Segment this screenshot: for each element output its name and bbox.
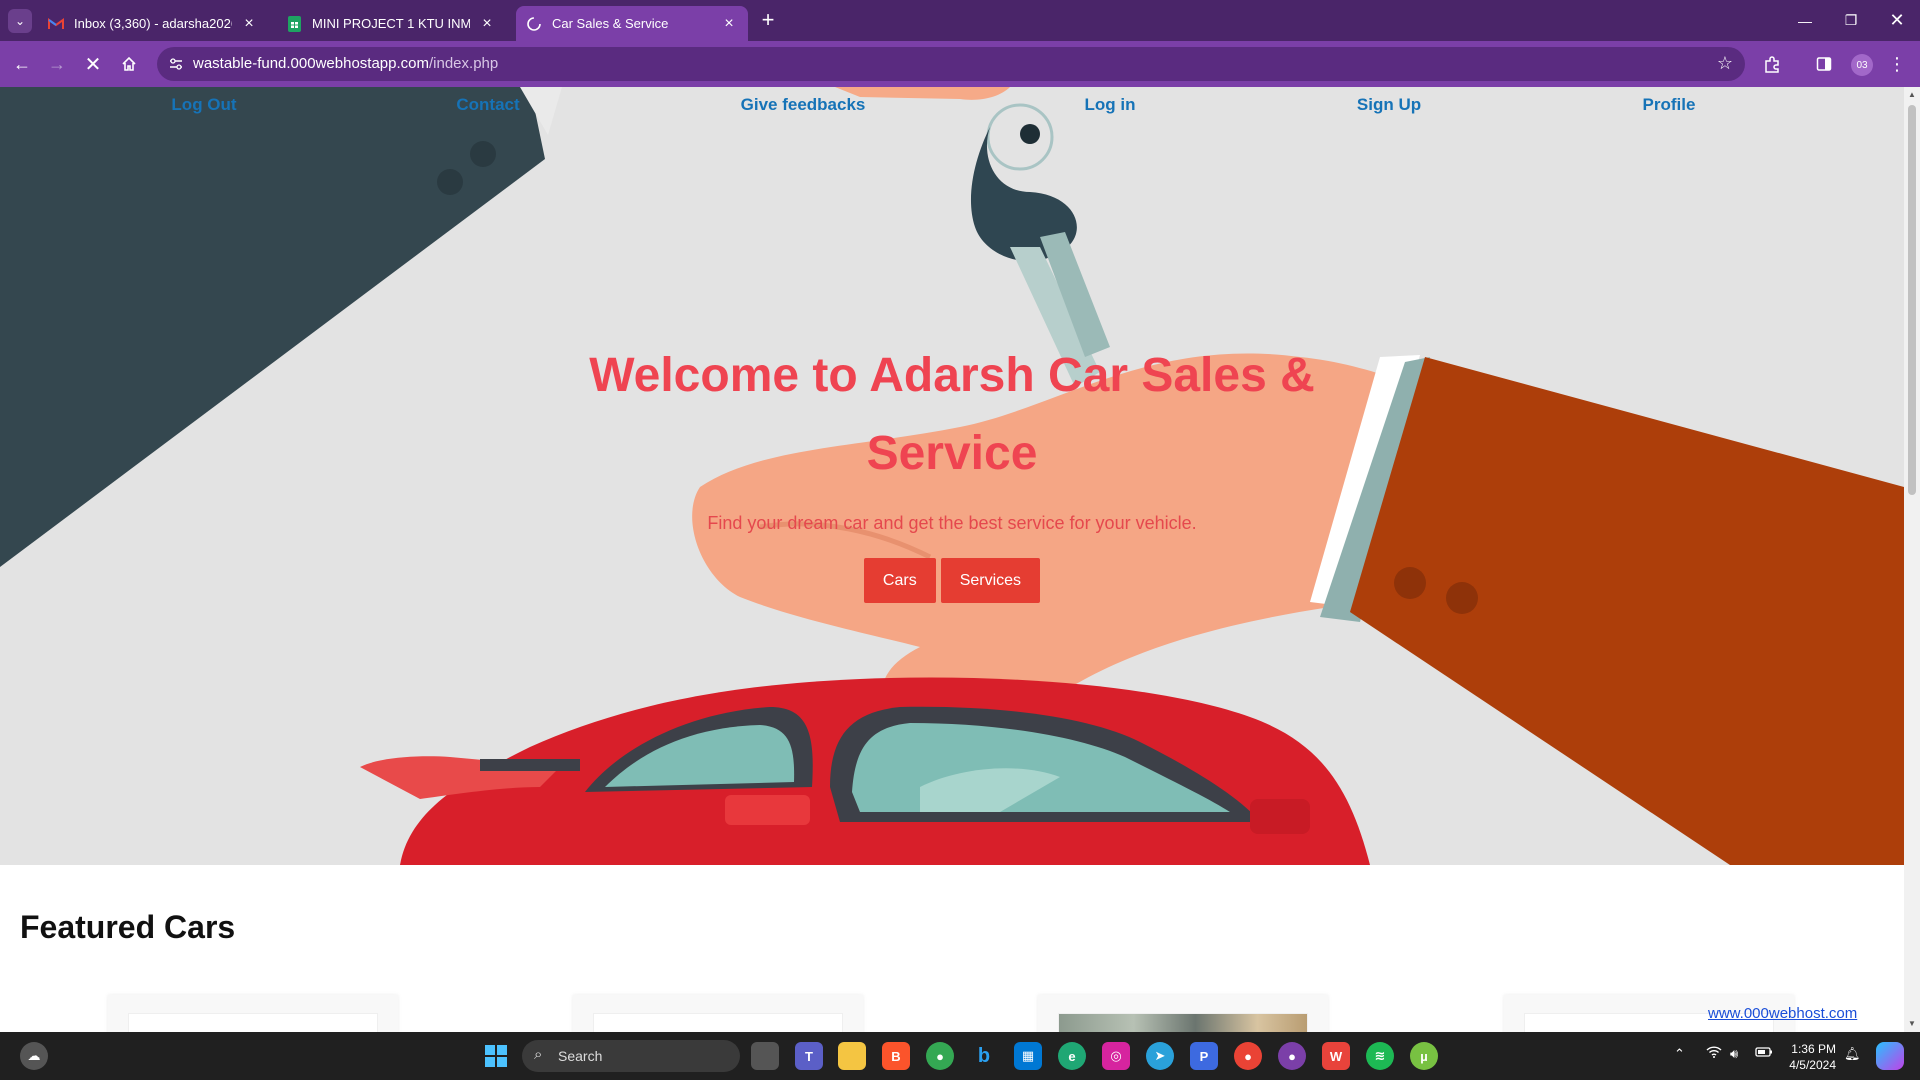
telegram-icon[interactable]: ➤ bbox=[1146, 1042, 1174, 1070]
nav-contact[interactable]: Contact bbox=[348, 95, 628, 115]
clock-date: 4/5/2024 bbox=[1789, 1058, 1836, 1072]
gmail-icon bbox=[48, 16, 64, 32]
forward-arrow-icon[interactable]: → bbox=[42, 49, 72, 79]
car-image bbox=[593, 1013, 843, 1032]
bing-icon[interactable]: b bbox=[970, 1042, 998, 1070]
url-path: /index.php bbox=[429, 55, 499, 72]
side-panel-icon[interactable] bbox=[1813, 53, 1835, 75]
tab-car-sales[interactable]: Car Sales & Service × bbox=[516, 6, 748, 41]
car-image bbox=[128, 1013, 378, 1032]
page-viewport: Log Out Contact Give feedbacks Log in Si… bbox=[0, 87, 1904, 1032]
tab-search-chevron-icon[interactable]: ⌄ bbox=[8, 9, 32, 33]
services-button[interactable]: Services bbox=[940, 558, 1041, 603]
taskbar-search-label: Search bbox=[558, 1048, 603, 1064]
taskbar-search[interactable]: ⌕ Search bbox=[522, 1040, 740, 1072]
profile-avatar[interactable]: 03 bbox=[1851, 54, 1873, 76]
hero-tagline: Find your dream car and get the best ser… bbox=[707, 513, 1197, 533]
brave-icon[interactable]: B bbox=[882, 1042, 910, 1070]
stop-loading-icon[interactable]: ✕ bbox=[78, 49, 108, 79]
nav-log-out[interactable]: Log Out bbox=[64, 95, 344, 115]
site-settings-icon[interactable] bbox=[165, 53, 187, 75]
windows-start-icon[interactable] bbox=[482, 1042, 510, 1070]
volume-icon[interactable]: 🔊︎ bbox=[1730, 1046, 1738, 1062]
system-clock[interactable]: 1:36 PM 4/5/2024 bbox=[1780, 1041, 1836, 1073]
hero-section: Log Out Contact Give feedbacks Log in Si… bbox=[0, 87, 1904, 865]
windows-taskbar: ☁ ⌕ Search T B ● b ▦ e ◎ ➤ P ● ● W ≋ µ ⌃… bbox=[0, 1032, 1920, 1080]
nav-profile[interactable]: Profile bbox=[1529, 95, 1809, 115]
wps-office-icon[interactable]: W bbox=[1322, 1042, 1350, 1070]
restore-icon[interactable]: ❐ bbox=[1828, 0, 1874, 41]
chrome-icon[interactable]: ● bbox=[926, 1042, 954, 1070]
spotify-icon[interactable]: ≋ bbox=[1366, 1042, 1394, 1070]
weather-widget-icon[interactable]: ☁ bbox=[20, 1042, 48, 1070]
menu-kebab-icon[interactable]: ⋮ bbox=[1886, 53, 1908, 75]
file-explorer-icon[interactable] bbox=[838, 1042, 866, 1070]
browser-toolbar: ← → ✕ wastable-fund.000webhostapp.com/in… bbox=[0, 41, 1920, 87]
cars-button[interactable]: Cars bbox=[863, 558, 936, 603]
tab-gmail[interactable]: Inbox (3,360) - adarsha2026@n × bbox=[38, 6, 268, 41]
clock-time: 1:36 PM bbox=[1791, 1042, 1836, 1056]
back-arrow-icon[interactable]: ← bbox=[7, 49, 37, 79]
car-card[interactable] bbox=[1038, 995, 1328, 1032]
url-text: wastable-fund.000webhostapp.com/index.ph… bbox=[193, 55, 498, 72]
copilot-icon[interactable] bbox=[1876, 1042, 1904, 1070]
tab-title: Inbox (3,360) - adarsha2026@n bbox=[74, 16, 232, 31]
close-tab-icon[interactable]: × bbox=[478, 15, 496, 33]
scroll-up-arrow-icon[interactable]: ▲ bbox=[1907, 90, 1917, 99]
hero-title: Welcome to Adarsh Car Sales & Service bbox=[589, 349, 1315, 480]
nav-sign-up[interactable]: Sign Up bbox=[1249, 95, 1529, 115]
nav-give-feedbacks[interactable]: Give feedbacks bbox=[663, 95, 943, 115]
close-tab-icon[interactable]: × bbox=[240, 15, 258, 33]
tab-sheets[interactable]: MINI PROJECT 1 KTU INMCA 20 × bbox=[276, 6, 506, 41]
url-host: wastable-fund.000webhostapp.com bbox=[193, 55, 429, 72]
page-scrollbar[interactable]: ▲ ▼ bbox=[1904, 87, 1920, 1032]
featured-cars-heading: Featured Cars bbox=[20, 909, 236, 945]
car-card[interactable] bbox=[573, 995, 863, 1032]
battery-icon[interactable] bbox=[1755, 1046, 1773, 1061]
search-icon: ⌕ bbox=[534, 1046, 543, 1063]
new-tab-plus-icon[interactable]: + bbox=[755, 8, 781, 34]
edge-icon[interactable]: e bbox=[1058, 1042, 1086, 1070]
address-bar[interactable]: wastable-fund.000webhostapp.com/index.ph… bbox=[157, 47, 1745, 81]
notification-bell-icon[interactable]: 🔔︎ bbox=[1844, 1046, 1861, 1062]
loading-globe-icon bbox=[526, 16, 542, 32]
hero-buttons: Cars Services bbox=[0, 558, 1904, 603]
tab-title: Car Sales & Service bbox=[552, 16, 669, 31]
bookmark-star-icon[interactable]: ☆ bbox=[1717, 53, 1733, 74]
teams-icon[interactable]: T bbox=[795, 1042, 823, 1070]
wifi-icon[interactable] bbox=[1706, 1046, 1722, 1061]
minimize-icon[interactable]: — bbox=[1782, 0, 1828, 41]
home-icon[interactable] bbox=[114, 49, 144, 79]
car-image bbox=[1058, 1013, 1308, 1032]
pycharm-icon[interactable]: P bbox=[1190, 1042, 1218, 1070]
close-tab-icon[interactable]: × bbox=[720, 15, 738, 33]
scroll-down-arrow-icon[interactable]: ▼ bbox=[1907, 1019, 1917, 1028]
car-card[interactable] bbox=[108, 995, 398, 1032]
close-window-icon[interactable]: ✕ bbox=[1874, 0, 1920, 41]
scrollbar-thumb[interactable] bbox=[1908, 105, 1916, 495]
extensions-puzzle-icon[interactable] bbox=[1761, 53, 1783, 75]
hero-content: Welcome to Adarsh Car Sales & Service Fi… bbox=[0, 337, 1904, 603]
top-navigation: Log Out Contact Give feedbacks Log in Si… bbox=[0, 95, 1904, 125]
show-hidden-icons-chevron-icon[interactable]: ⌃ bbox=[1674, 1046, 1685, 1062]
instagram-icon[interactable]: ◎ bbox=[1102, 1042, 1130, 1070]
sheets-icon bbox=[286, 15, 302, 32]
utorrent-icon[interactable]: µ bbox=[1410, 1042, 1438, 1070]
tab-title: MINI PROJECT 1 KTU INMCA 20 bbox=[312, 16, 470, 31]
microsoft-store-icon[interactable]: ▦ bbox=[1014, 1042, 1042, 1070]
chrome-active-icon[interactable]: ● bbox=[1278, 1042, 1306, 1070]
chrome-profile-icon[interactable]: ● bbox=[1234, 1042, 1262, 1070]
000webhost-badge-link[interactable]: www.000webhost.com bbox=[1708, 1005, 1857, 1022]
tab-bar: ⌄ Inbox (3,360) - adarsha2026@n × MINI P… bbox=[0, 0, 1920, 41]
task-view-icon[interactable] bbox=[751, 1042, 779, 1070]
nav-log-in[interactable]: Log in bbox=[970, 95, 1250, 115]
